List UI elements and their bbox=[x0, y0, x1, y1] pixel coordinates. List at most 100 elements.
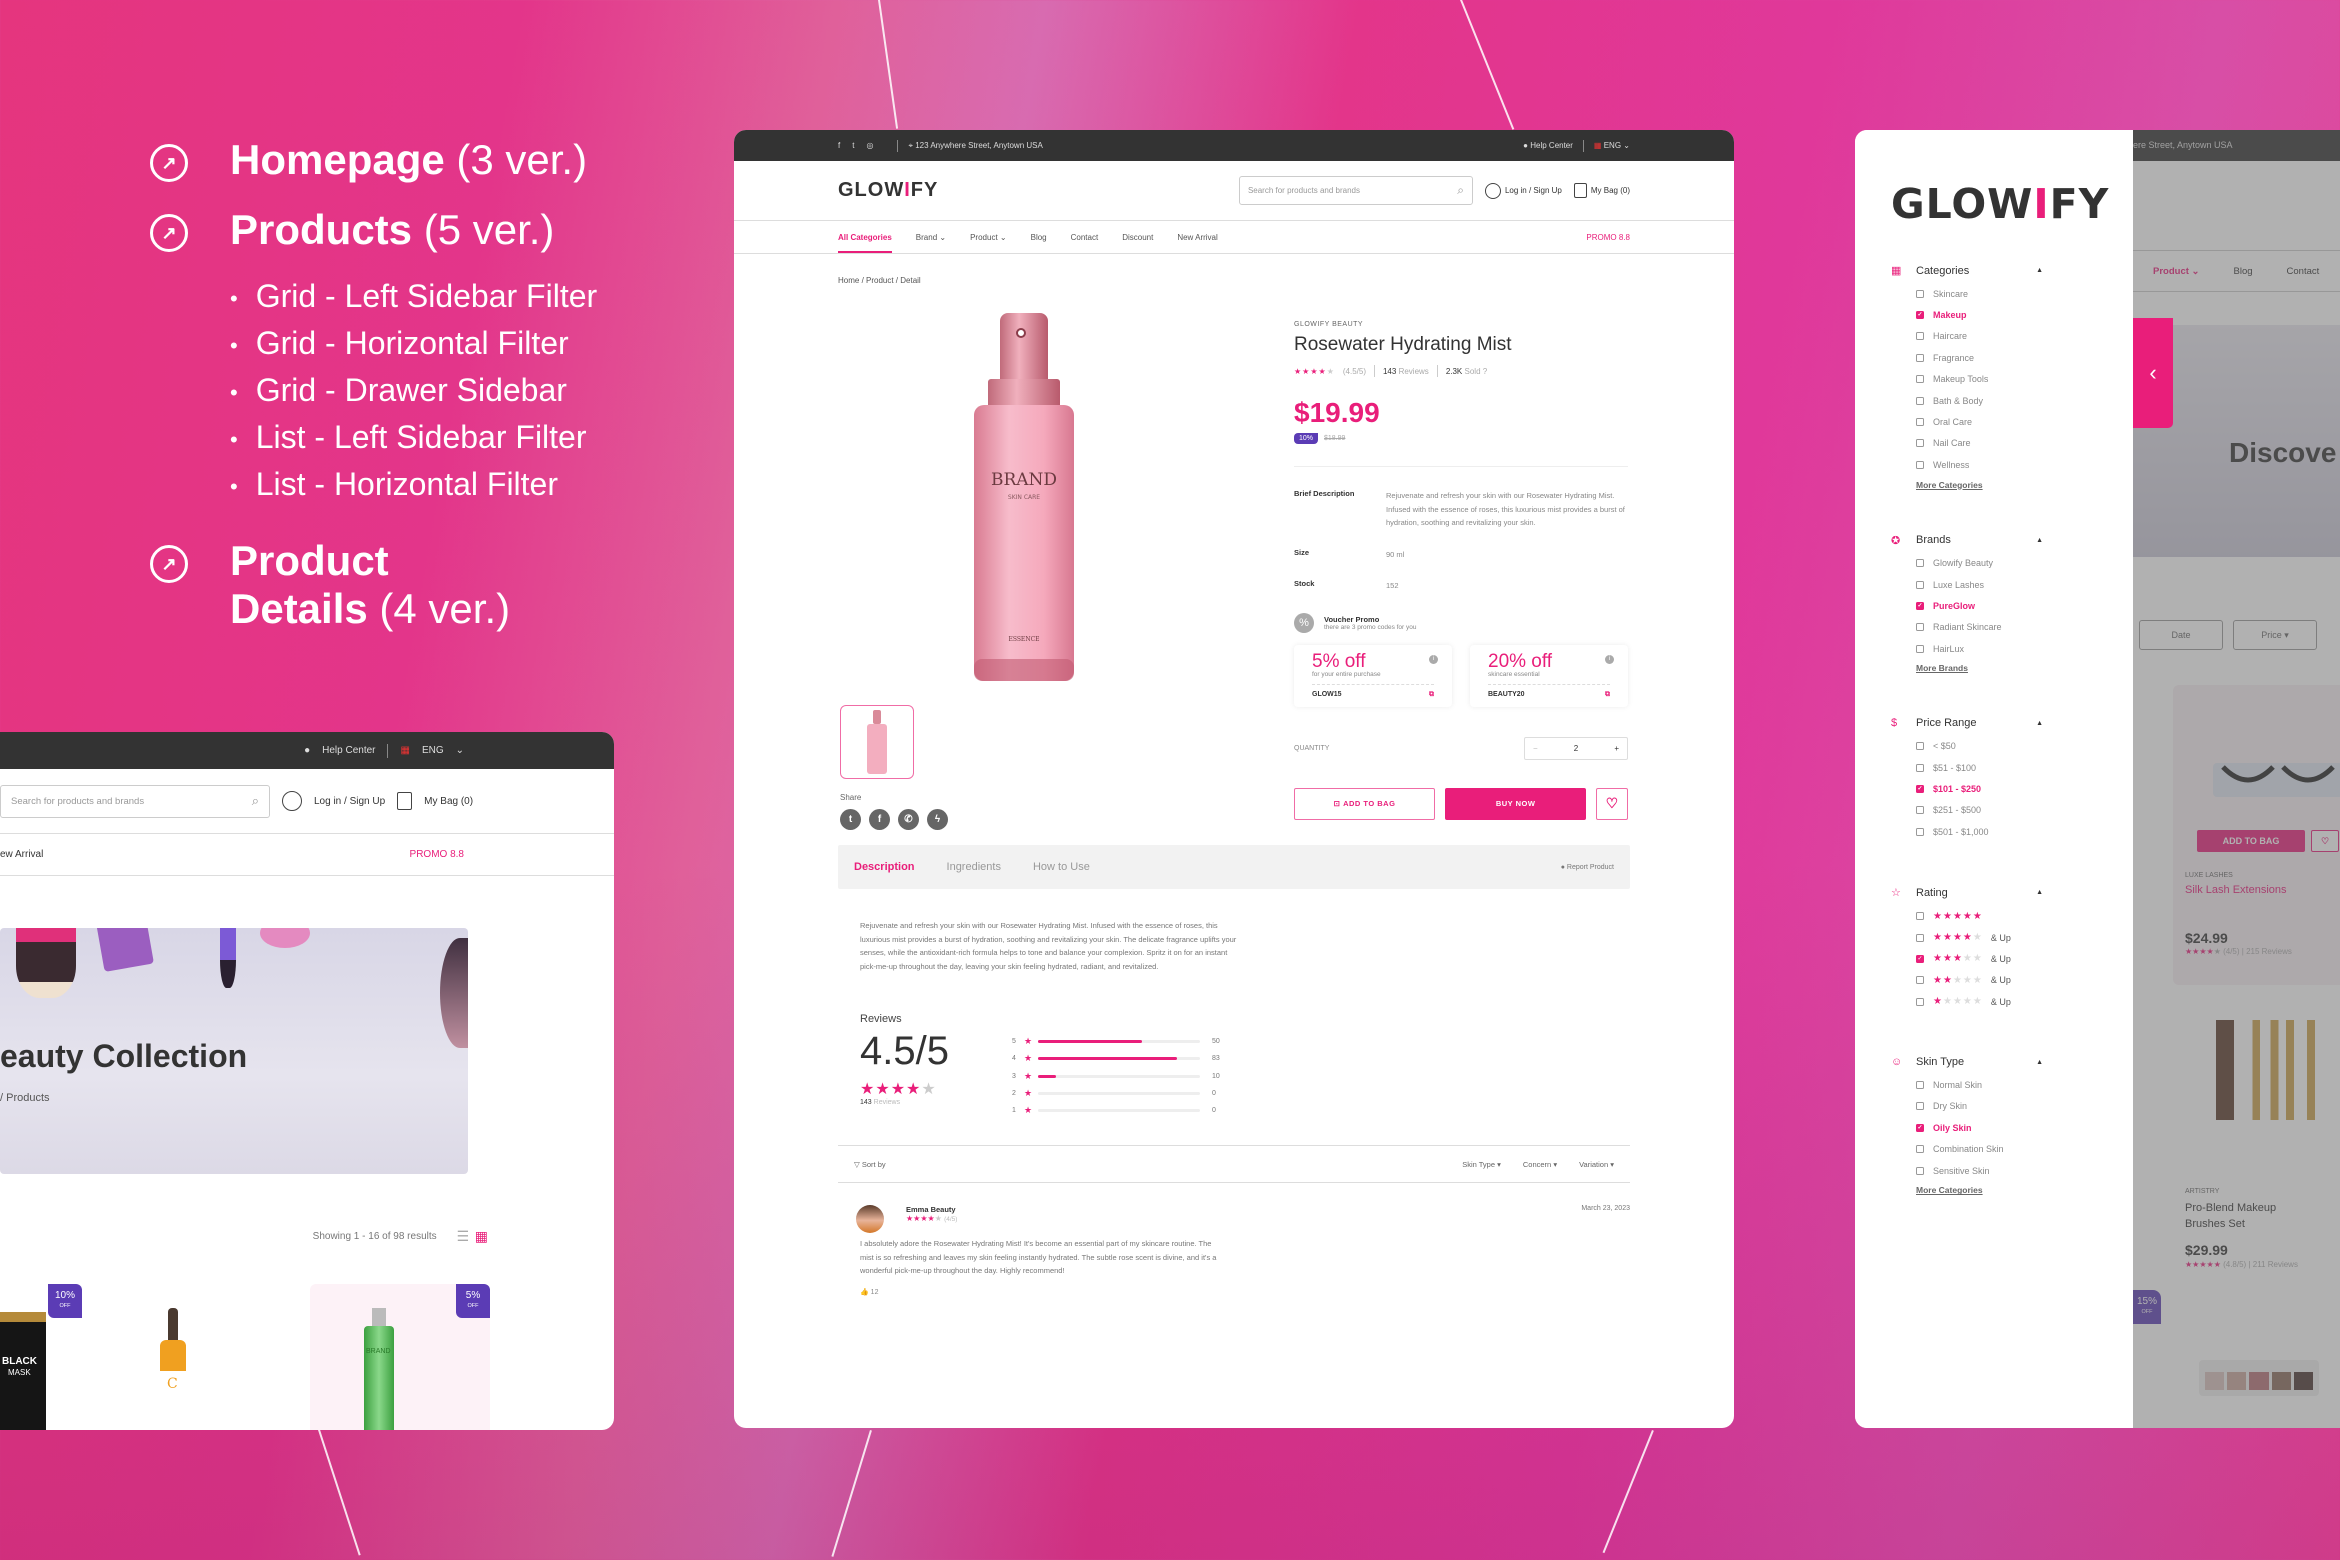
checkbox[interactable]: ✓ bbox=[1916, 601, 1924, 610]
bag-link[interactable]: My Bag (0) bbox=[1573, 183, 1630, 198]
checkbox[interactable] bbox=[1916, 289, 1924, 298]
checkbox[interactable] bbox=[1916, 353, 1924, 362]
nav-discount[interactable]: Discount bbox=[1122, 233, 1153, 242]
filter-option[interactable]: Radiant Skincare bbox=[1916, 617, 2133, 638]
more-link[interactable]: More Brands bbox=[1916, 663, 2133, 673]
more-link[interactable]: More Categories bbox=[1916, 1185, 2133, 1195]
filter-option[interactable]: Dry Skin bbox=[1916, 1096, 2133, 1117]
filter-option[interactable]: Fragrance bbox=[1916, 347, 2133, 368]
caret-up-icon[interactable]: ▲ bbox=[2036, 1059, 2043, 1066]
twitter-share-icon[interactable]: t bbox=[840, 809, 861, 830]
checkbox[interactable] bbox=[1916, 375, 1924, 384]
facebook-share-icon[interactable]: f bbox=[869, 809, 890, 830]
nav-blog[interactable]: Blog bbox=[1031, 233, 1047, 242]
breadcrumb[interactable]: Home / Product / Detail bbox=[734, 276, 1734, 285]
feature-homepage[interactable]: ↗ Homepage (3 ver.) bbox=[150, 136, 597, 184]
filter-option[interactable]: ✓ $101 - $250 bbox=[1916, 778, 2133, 799]
info-icon[interactable]: i bbox=[1605, 654, 1614, 664]
checkbox[interactable] bbox=[1916, 933, 1924, 942]
checkbox[interactable] bbox=[1916, 1145, 1924, 1154]
quantity-stepper[interactable]: − 2 + bbox=[1524, 736, 1628, 760]
sort-by-button[interactable]: ▽ Sort by bbox=[854, 1160, 886, 1169]
plus-icon[interactable]: + bbox=[1614, 744, 1619, 753]
filter-group-header[interactable]: ▦ Categories ▲ bbox=[1891, 264, 2133, 278]
messenger-share-icon[interactable]: ϟ bbox=[927, 809, 948, 830]
filter-option[interactable]: $501 - $1,000 bbox=[1916, 821, 2133, 842]
checkbox[interactable] bbox=[1916, 1081, 1924, 1090]
logo[interactable]: GLOWIFY bbox=[838, 179, 938, 202]
checkbox[interactable] bbox=[1916, 460, 1924, 469]
language-selector[interactable]: ENG bbox=[1604, 141, 1621, 150]
filter-option[interactable]: Bath & Body bbox=[1916, 390, 2133, 411]
thumbnail-1[interactable] bbox=[840, 705, 914, 779]
nav-brand[interactable]: Brand ⌄ bbox=[916, 233, 946, 242]
filter-option[interactable]: HairLux bbox=[1916, 638, 2133, 659]
variation-filter[interactable]: Variation ▾ bbox=[1579, 1160, 1614, 1169]
rating-filter-option[interactable]: ★★★★★ bbox=[1916, 905, 2133, 926]
filter-option[interactable]: Sensitive Skin bbox=[1916, 1160, 2133, 1181]
help-center-link[interactable]: Help Center bbox=[1530, 141, 1573, 150]
nav-new-arrival[interactable]: New Arrival bbox=[1177, 233, 1217, 242]
grid-view-icon[interactable]: ▦ bbox=[475, 1228, 488, 1244]
tab-ingredients[interactable]: Ingredients bbox=[947, 861, 1001, 873]
product-card[interactable]: C bbox=[156, 1284, 216, 1430]
search-input[interactable]: Search for products and brands ⌕ bbox=[0, 784, 270, 818]
concern-filter[interactable]: Concern ▾ bbox=[1523, 1160, 1557, 1169]
checkbox[interactable] bbox=[1916, 827, 1924, 836]
checkbox[interactable] bbox=[1916, 742, 1924, 751]
filter-option[interactable]: Nail Care bbox=[1916, 433, 2133, 454]
filter-option[interactable]: Makeup Tools bbox=[1916, 369, 2133, 390]
list-view-icon[interactable]: ☰ bbox=[457, 1228, 470, 1244]
feature-products[interactable]: ↗ Products (5 ver.) bbox=[150, 206, 597, 254]
checkbox[interactable] bbox=[1916, 912, 1924, 921]
caret-up-icon[interactable]: ▲ bbox=[2036, 267, 2043, 274]
checkbox[interactable] bbox=[1916, 418, 1924, 427]
checkbox[interactable] bbox=[1916, 332, 1924, 341]
voucher-card[interactable]: i 5% off for your entire purchase GLOW15… bbox=[1294, 645, 1452, 707]
checkbox[interactable] bbox=[1916, 396, 1924, 405]
filter-option[interactable]: $251 - $500 bbox=[1916, 800, 2133, 821]
skin-type-filter[interactable]: Skin Type ▾ bbox=[1462, 1160, 1501, 1169]
login-link[interactable]: Log in / Sign Up bbox=[1484, 182, 1562, 199]
voucher-card[interactable]: i 20% off skincare essential BEAUTY20 ⧉ bbox=[1470, 645, 1628, 707]
checkbox[interactable] bbox=[1916, 1166, 1924, 1175]
instagram-icon[interactable]: ◎ bbox=[866, 141, 873, 150]
nav-product[interactable]: Product ⌄ bbox=[970, 233, 1007, 242]
whatsapp-share-icon[interactable]: ✆ bbox=[898, 809, 919, 830]
filter-option[interactable]: Combination Skin bbox=[1916, 1139, 2133, 1160]
add-to-bag-button[interactable]: ⊡ ADD TO BAG bbox=[1294, 787, 1436, 820]
filter-option[interactable]: Normal Skin bbox=[1916, 1074, 2133, 1095]
checkbox[interactable] bbox=[1916, 1102, 1924, 1111]
checkbox[interactable] bbox=[1916, 644, 1924, 653]
filter-group-header[interactable]: ✪ Brands ▲ bbox=[1891, 534, 2133, 547]
rating-filter-option[interactable]: ★★★★★ & Up bbox=[1916, 927, 2133, 948]
filter-group-header[interactable]: ☆ Rating ▲ bbox=[1891, 886, 2133, 900]
filter-option[interactable]: ✓ Makeup bbox=[1916, 304, 2133, 325]
checkbox[interactable] bbox=[1916, 623, 1924, 632]
checkbox[interactable]: ✓ bbox=[1916, 1123, 1924, 1132]
filter-option[interactable]: $51 - $100 bbox=[1916, 757, 2133, 778]
help-center-link[interactable]: Help Center bbox=[322, 745, 375, 756]
filter-option[interactable]: Luxe Lashes bbox=[1916, 574, 2133, 595]
twitter-icon[interactable]: t bbox=[852, 141, 854, 150]
bag-link[interactable]: My Bag (0) bbox=[424, 796, 473, 807]
language-selector[interactable]: ENG bbox=[422, 745, 444, 756]
report-product-link[interactable]: ● Report Product bbox=[1561, 864, 1614, 871]
rating-filter-option[interactable]: ✓ ★★★★★ & Up bbox=[1916, 948, 2133, 969]
nav-all-categories[interactable]: All Categories bbox=[838, 233, 892, 253]
rating-filter-option[interactable]: ★★★★★ & Up bbox=[1916, 991, 2133, 1012]
reviews-count[interactable]: 143 Reviews bbox=[1383, 367, 1429, 376]
checkbox[interactable]: ✓ bbox=[1916, 954, 1924, 963]
nav-promo[interactable]: PROMO 8.8 bbox=[1586, 233, 1630, 242]
caret-up-icon[interactable]: ▲ bbox=[2036, 889, 2043, 896]
wishlist-button[interactable]: ♡ bbox=[1596, 787, 1629, 820]
close-drawer-button[interactable]: ‹ bbox=[2133, 318, 2173, 428]
checkbox[interactable]: ✓ bbox=[1916, 784, 1924, 793]
filter-group-header[interactable]: $ Price Range ▲ bbox=[1891, 717, 2133, 729]
checkbox[interactable]: ✓ bbox=[1916, 311, 1924, 320]
caret-up-icon[interactable]: ▲ bbox=[2036, 537, 2043, 544]
filter-option[interactable]: Haircare bbox=[1916, 326, 2133, 347]
more-link[interactable]: More Categories bbox=[1916, 480, 2133, 490]
checkbox[interactable] bbox=[1916, 806, 1924, 815]
checkbox[interactable] bbox=[1916, 763, 1924, 772]
